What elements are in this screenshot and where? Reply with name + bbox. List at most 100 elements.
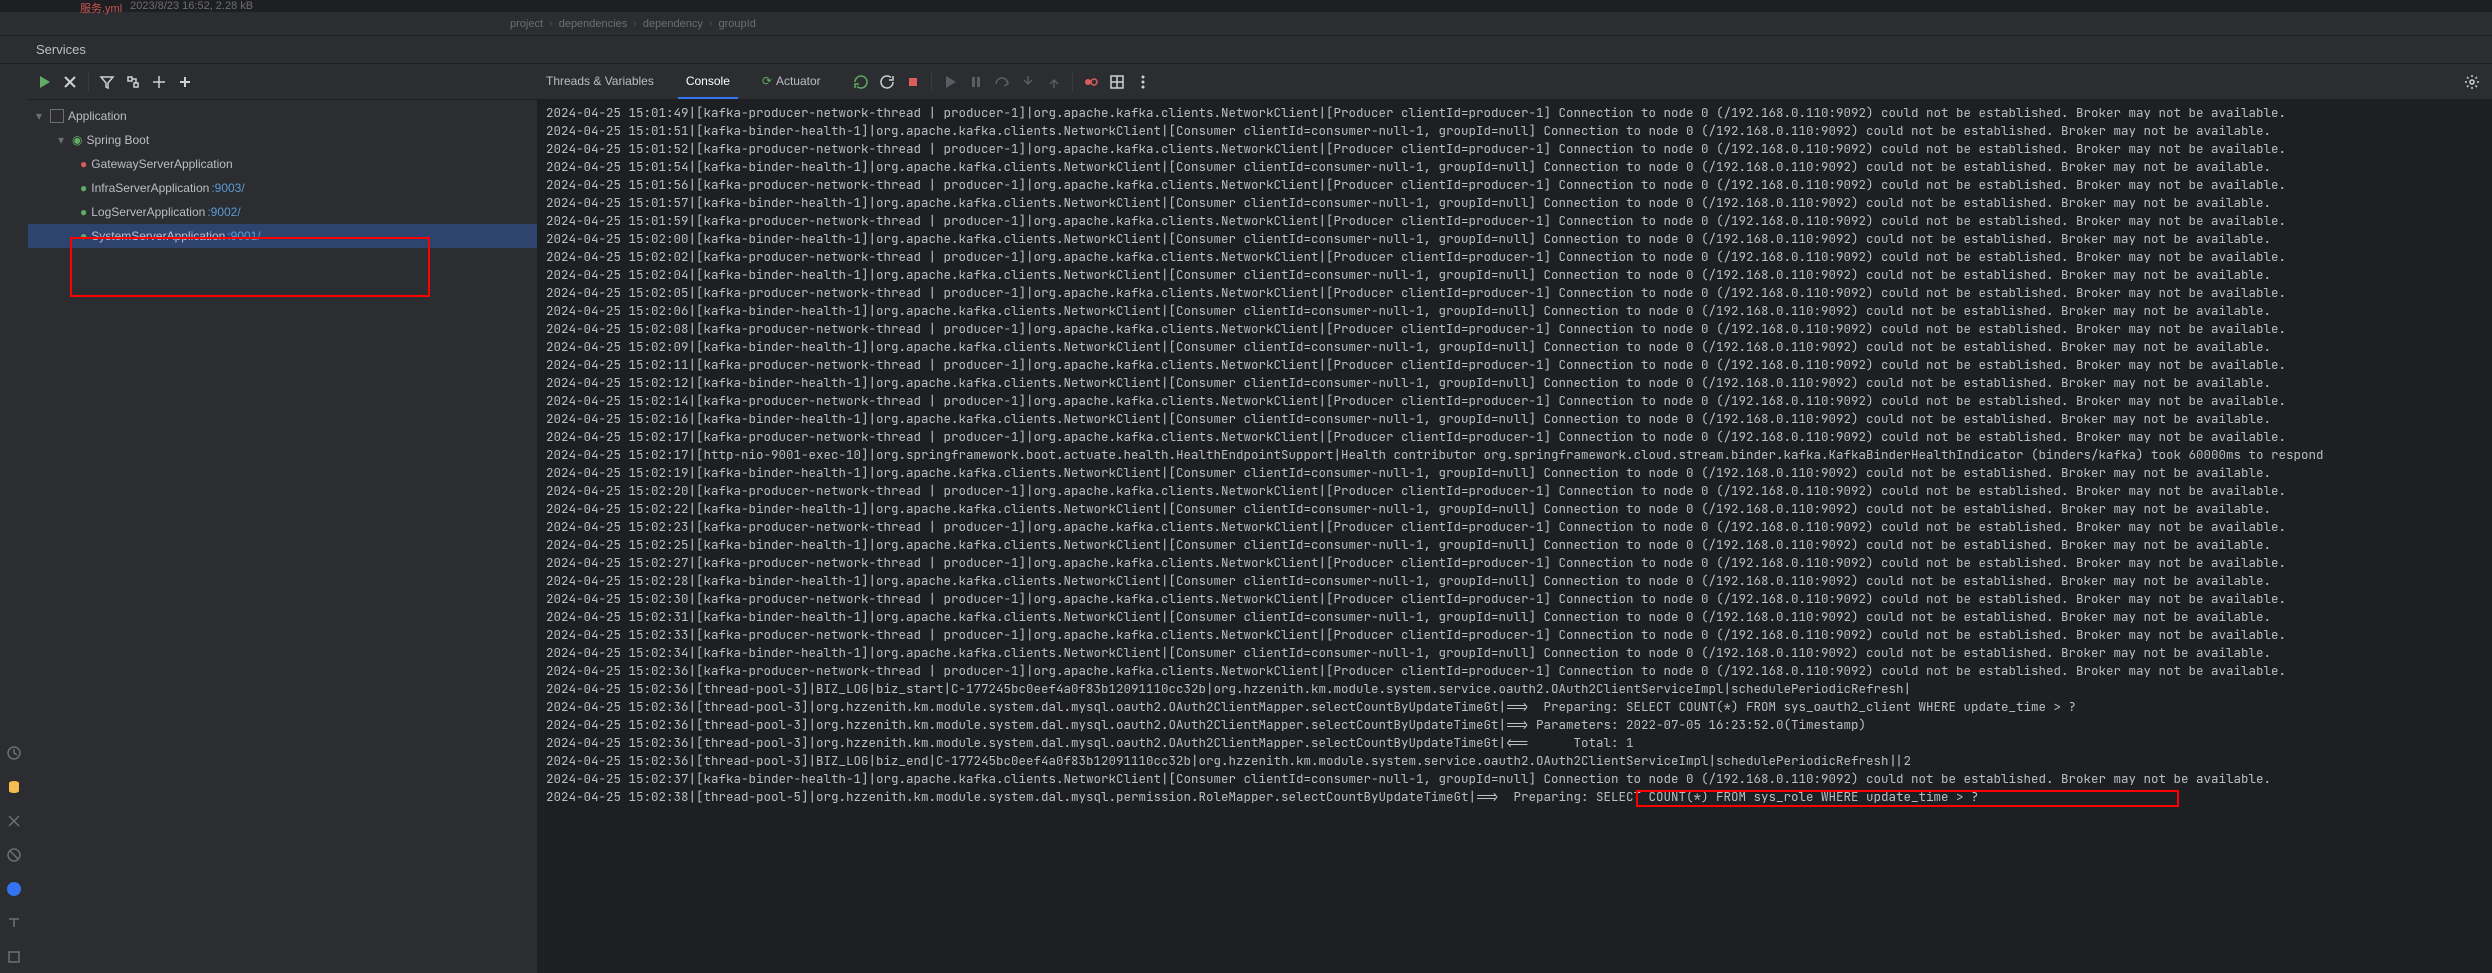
chevron-right-icon: ›	[633, 18, 637, 30]
tree-item-gateway[interactable]: ● GatewayServerApplication	[28, 152, 537, 176]
settings-icon[interactable]	[6, 949, 22, 965]
file-meta: 2023/8/23 16:52, 2.28 kB	[130, 0, 253, 12]
tree-icon[interactable]	[125, 74, 141, 90]
log-line: 2024-04-25 15:02:08|[kafka-producer-netw…	[546, 320, 2492, 338]
log-line: 2024-04-25 15:02:36|[thread-pool-3]|org.…	[546, 716, 2492, 734]
services-toolbar: Threads & Variables Console ⟳ Actuator	[28, 64, 2492, 100]
log-line: 2024-04-25 15:02:04|[kafka-binder-health…	[546, 266, 2492, 284]
text-icon[interactable]	[6, 915, 22, 931]
log-line: 2024-04-25 15:02:22|[kafka-binder-health…	[546, 500, 2492, 518]
running-icon: ●	[80, 181, 87, 195]
console-tabs: Threads & Variables Console ⟳ Actuator	[538, 64, 1151, 99]
log-line: 2024-04-25 15:02:20|[kafka-producer-netw…	[546, 482, 2492, 500]
tree-item-log[interactable]: ● LogServerApplication :9002/	[28, 200, 537, 224]
log-line: 2024-04-25 15:01:59|[kafka-producer-netw…	[546, 212, 2492, 230]
breadcrumb-item[interactable]: groupId	[719, 18, 756, 30]
run-icon[interactable]	[36, 74, 52, 90]
assistant-icon[interactable]	[6, 881, 22, 897]
log-line: 2024-04-25 15:02:25|[kafka-binder-health…	[546, 536, 2492, 554]
log-line: 2024-04-25 15:02:33|[kafka-producer-netw…	[546, 626, 2492, 644]
log-line: 2024-04-25 15:02:38|[thread-pool-5]|org.…	[546, 788, 2492, 806]
services-tree: ▾ Application ▾ ◉ Spring Boot ● GatewayS…	[28, 100, 538, 973]
breadcrumb-item[interactable]: dependencies	[559, 18, 628, 30]
console-output[interactable]: 2024-04-25 15:01:49|[kafka-producer-netw…	[538, 100, 2492, 973]
log-line: 2024-04-25 15:01:52|[kafka-producer-netw…	[546, 140, 2492, 158]
log-line: 2024-04-25 15:02:23|[kafka-producer-netw…	[546, 518, 2492, 536]
breadcrumb-item[interactable]: dependency	[643, 18, 703, 30]
tools-icon[interactable]	[6, 813, 22, 829]
log-line: 2024-04-25 15:02:36|[thread-pool-3]|BIZ_…	[546, 752, 2492, 770]
gear-icon[interactable]	[2464, 74, 2480, 90]
add-icon[interactable]	[177, 74, 193, 90]
rerun-icon[interactable]	[853, 74, 869, 90]
pause-icon[interactable]	[968, 74, 984, 90]
log-line: 2024-04-25 15:02:12|[kafka-binder-health…	[546, 374, 2492, 392]
tree-item-system[interactable]: ● SystemServerApplication :9001/	[28, 224, 537, 248]
chevron-right-icon: ›	[709, 18, 713, 30]
log-line: 2024-04-25 15:02:28|[kafka-binder-health…	[546, 572, 2492, 590]
log-line: 2024-04-25 15:01:49|[kafka-producer-netw…	[546, 104, 2492, 122]
database-icon[interactable]	[6, 779, 22, 795]
chevron-right-icon: ›	[549, 18, 553, 30]
log-line: 2024-04-25 15:02:30|[kafka-producer-netw…	[546, 590, 2492, 608]
log-line: 2024-04-25 15:01:57|[kafka-binder-health…	[546, 194, 2492, 212]
step-over-icon[interactable]	[994, 74, 1010, 90]
left-tool-gutter	[0, 64, 28, 973]
log-line: 2024-04-25 15:02:05|[kafka-producer-netw…	[546, 284, 2492, 302]
stop-icon[interactable]	[905, 74, 921, 90]
log-line: 2024-04-25 15:02:37|[kafka-binder-health…	[546, 770, 2492, 788]
log-line: 2024-04-25 15:02:06|[kafka-binder-health…	[546, 302, 2492, 320]
tab-console[interactable]: Console	[678, 64, 738, 99]
log-line: 2024-04-25 15:02:31|[kafka-binder-health…	[546, 608, 2492, 626]
layout-icon[interactable]	[1109, 74, 1125, 90]
log-line: 2024-04-25 15:02:11|[kafka-producer-netw…	[546, 356, 2492, 374]
close-icon[interactable]	[62, 74, 78, 90]
breadcrumb: project › dependencies › dependency › gr…	[0, 12, 2492, 36]
breakpoints-icon[interactable]	[1083, 74, 1099, 90]
log-line: 2024-04-25 15:01:54|[kafka-binder-health…	[546, 158, 2492, 176]
tab-actuator[interactable]: ⟳ Actuator	[754, 64, 829, 99]
log-line: 2024-04-25 15:02:36|[kafka-producer-netw…	[546, 662, 2492, 680]
log-line: 2024-04-25 15:02:36|[thread-pool-3]|org.…	[546, 698, 2492, 716]
log-line: 2024-04-25 15:02:09|[kafka-binder-health…	[546, 338, 2492, 356]
log-line: 2024-04-25 15:02:14|[kafka-producer-netw…	[546, 392, 2492, 410]
actuator-icon: ⟳	[762, 74, 772, 88]
log-line: 2024-04-25 15:02:36|[thread-pool-3]|BIZ_…	[546, 680, 2492, 698]
log-line: 2024-04-25 15:02:16|[kafka-binder-health…	[546, 410, 2492, 428]
log-line: 2024-04-25 15:02:17|[http-nio-9001-exec-…	[546, 446, 2492, 464]
services-panel-header: Services	[0, 36, 2492, 64]
log-line: 2024-04-25 15:02:17|[kafka-producer-netw…	[546, 428, 2492, 446]
chevron-down-icon: ▾	[36, 109, 48, 123]
resume-icon[interactable]	[942, 74, 958, 90]
error-icon: ●	[80, 157, 87, 171]
file-name: 服务.yml	[80, 0, 122, 12]
tree-application[interactable]: ▾ Application	[28, 104, 537, 128]
checkbox-icon[interactable]	[50, 109, 64, 123]
tree-item-infra[interactable]: ● InfraServerApplication :9003/	[28, 176, 537, 200]
tree-springboot[interactable]: ▾ ◉ Spring Boot	[28, 128, 537, 152]
log-line: 2024-04-25 15:01:51|[kafka-binder-health…	[546, 122, 2492, 140]
log-line: 2024-04-25 15:02:02|[kafka-producer-netw…	[546, 248, 2492, 266]
filter-icon[interactable]	[99, 74, 115, 90]
log-line: 2024-04-25 15:02:34|[kafka-binder-health…	[546, 644, 2492, 662]
running-icon: ●	[80, 205, 87, 219]
step-into-icon[interactable]	[1020, 74, 1036, 90]
cancel-icon[interactable]	[6, 847, 22, 863]
tab-threads[interactable]: Threads & Variables	[538, 64, 662, 99]
recent-files-bar: 服务.yml 2023/8/23 16:52, 2.28 kB	[0, 0, 2492, 12]
step-out-icon[interactable]	[1046, 74, 1062, 90]
expand-icon[interactable]	[151, 74, 167, 90]
log-line: 2024-04-25 15:01:56|[kafka-producer-netw…	[546, 176, 2492, 194]
log-line: 2024-04-25 15:02:36|[thread-pool-3]|org.…	[546, 734, 2492, 752]
spring-icon: ◉	[72, 133, 82, 147]
more-icon[interactable]	[1135, 74, 1151, 90]
log-line: 2024-04-25 15:02:27|[kafka-producer-netw…	[546, 554, 2492, 572]
recent-file[interactable]: 服务.yml 2023/8/23 16:52, 2.28 kB	[80, 0, 253, 12]
running-icon: ●	[80, 229, 87, 243]
breadcrumb-item[interactable]: project	[510, 18, 543, 30]
clock-icon[interactable]	[6, 745, 22, 761]
refresh-icon[interactable]	[879, 74, 895, 90]
services-label: Services	[36, 42, 86, 57]
log-line: 2024-04-25 15:02:00|[kafka-binder-health…	[546, 230, 2492, 248]
chevron-down-icon: ▾	[58, 133, 70, 147]
